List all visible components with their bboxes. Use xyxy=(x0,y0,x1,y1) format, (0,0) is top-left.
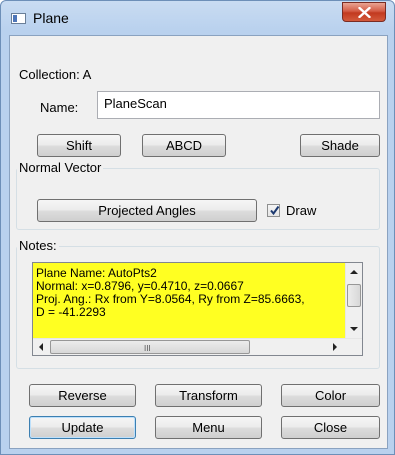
close-button[interactable]: Close xyxy=(281,416,380,439)
checkmark-icon xyxy=(270,205,280,216)
draw-checkbox[interactable] xyxy=(267,204,280,217)
reverse-button[interactable]: Reverse xyxy=(29,384,136,407)
shift-button[interactable]: Shift xyxy=(37,134,121,157)
window-app-icon[interactable] xyxy=(11,13,26,24)
notes-text: Plane Name: AutoPts2 Normal: x=0.8796, y… xyxy=(36,266,305,319)
draw-label: Draw xyxy=(286,203,317,218)
notes-textarea[interactable]: Plane Name: AutoPts2 Normal: x=0.8796, y… xyxy=(32,262,363,356)
notes-label: Notes: xyxy=(17,238,59,253)
dialog-client-area: Collection: A Name: PlaneScan Shift ABCD… xyxy=(9,35,388,449)
title-bar[interactable]: Plane xyxy=(1,1,394,35)
window-title: Plane xyxy=(33,10,69,26)
update-button[interactable]: Update xyxy=(29,416,136,439)
close-icon xyxy=(358,7,371,18)
plane-window: Plane Collection: A Name: PlaneScan Shif… xyxy=(0,0,395,455)
name-field[interactable]: PlaneScan xyxy=(97,91,380,119)
menu-button[interactable]: Menu xyxy=(155,416,262,439)
close-window-button[interactable] xyxy=(342,2,386,22)
scroll-down-icon[interactable] xyxy=(350,327,358,331)
name-label: Name: xyxy=(40,100,79,115)
name-field-value: PlaneScan xyxy=(104,96,167,111)
scroll-right-icon[interactable] xyxy=(333,343,337,351)
abcd-button[interactable]: ABCD xyxy=(142,134,226,157)
scroll-left-icon[interactable] xyxy=(39,343,43,351)
normal-vector-label: Normal Vector xyxy=(17,160,104,175)
transform-button[interactable]: Transform xyxy=(155,384,262,407)
notes-horizontal-scrollbar[interactable]: III xyxy=(33,338,362,355)
collection-label: Collection: A xyxy=(19,67,92,82)
horizontal-scroll-thumb[interactable]: III xyxy=(50,340,250,354)
vertical-scroll-thumb[interactable] xyxy=(347,284,361,307)
shade-button[interactable]: Shade xyxy=(300,134,380,157)
projected-angles-button[interactable]: Projected Angles xyxy=(37,199,257,222)
scroll-up-icon[interactable] xyxy=(350,270,358,274)
notes-vertical-scrollbar[interactable] xyxy=(345,263,362,340)
color-button[interactable]: Color xyxy=(281,384,380,407)
